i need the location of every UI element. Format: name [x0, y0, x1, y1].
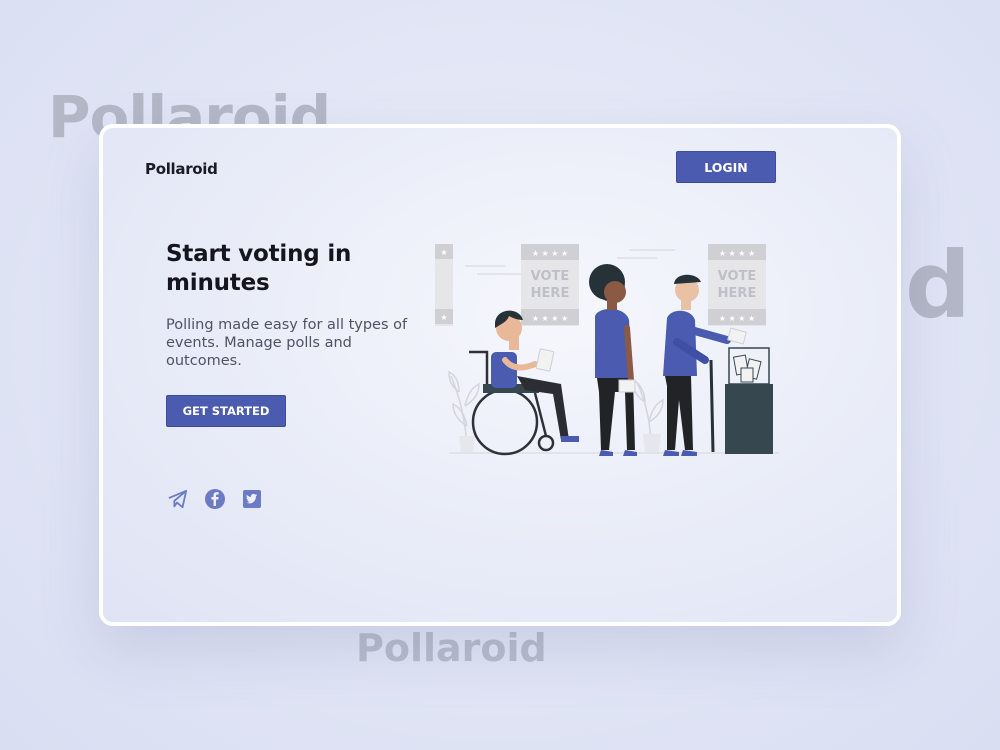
sign-text-here-right: HERE [718, 286, 757, 301]
plant-pot-left [459, 436, 475, 452]
login-button[interactable]: LOGIN [676, 151, 776, 183]
telegram-icon[interactable] [167, 488, 189, 510]
svg-text:★ ★ ★ ★: ★ ★ ★ ★ [719, 314, 755, 323]
person-wheelchair [469, 310, 579, 456]
svg-text:★ ★ ★ ★: ★ ★ ★ ★ [719, 249, 755, 258]
hero-subtitle: Polling made easy for all types of event… [166, 317, 408, 369]
vote-sign-center: ★ ★ ★ ★ ★ ★ ★ ★ VOTE HERE [521, 244, 579, 326]
vote-sign-left: ★ ★ [435, 244, 453, 326]
get-started-button[interactable]: GET STARTED [166, 395, 286, 427]
social-links [167, 488, 263, 510]
svg-text:★ ★ ★ ★: ★ ★ ★ ★ [532, 249, 568, 258]
voting-illustration: ★ ★ ★ ★ ★ ★ ★ ★ ★ ★ VOTE HERE ★ ★ ★ ★ ★ … [435, 244, 779, 456]
sign-text-vote-right: VOTE [718, 269, 757, 284]
vote-sign-right: ★ ★ ★ ★ ★ ★ ★ ★ VOTE HERE [708, 244, 766, 326]
sign-text-vote: VOTE [531, 269, 570, 284]
svg-text:★ ★ ★ ★: ★ ★ ★ ★ [532, 314, 568, 323]
ballot-box [725, 347, 773, 454]
person-woman [589, 264, 637, 456]
facebook-icon[interactable] [204, 488, 226, 510]
svg-text:★: ★ [440, 248, 447, 257]
svg-text:★: ★ [440, 313, 447, 322]
background-wordmark-bottom: Pollaroid [356, 626, 547, 670]
background-wordmark-right: d [905, 232, 971, 339]
landing-card: Pollaroid LOGIN Start voting in minutes … [99, 124, 901, 626]
hero-title: Start voting in minutes [166, 241, 352, 296]
plant-pot [643, 434, 661, 452]
brand-logo-text[interactable]: Pollaroid [145, 160, 218, 178]
twitter-icon[interactable] [241, 488, 263, 510]
sign-text-here: HERE [531, 286, 570, 301]
